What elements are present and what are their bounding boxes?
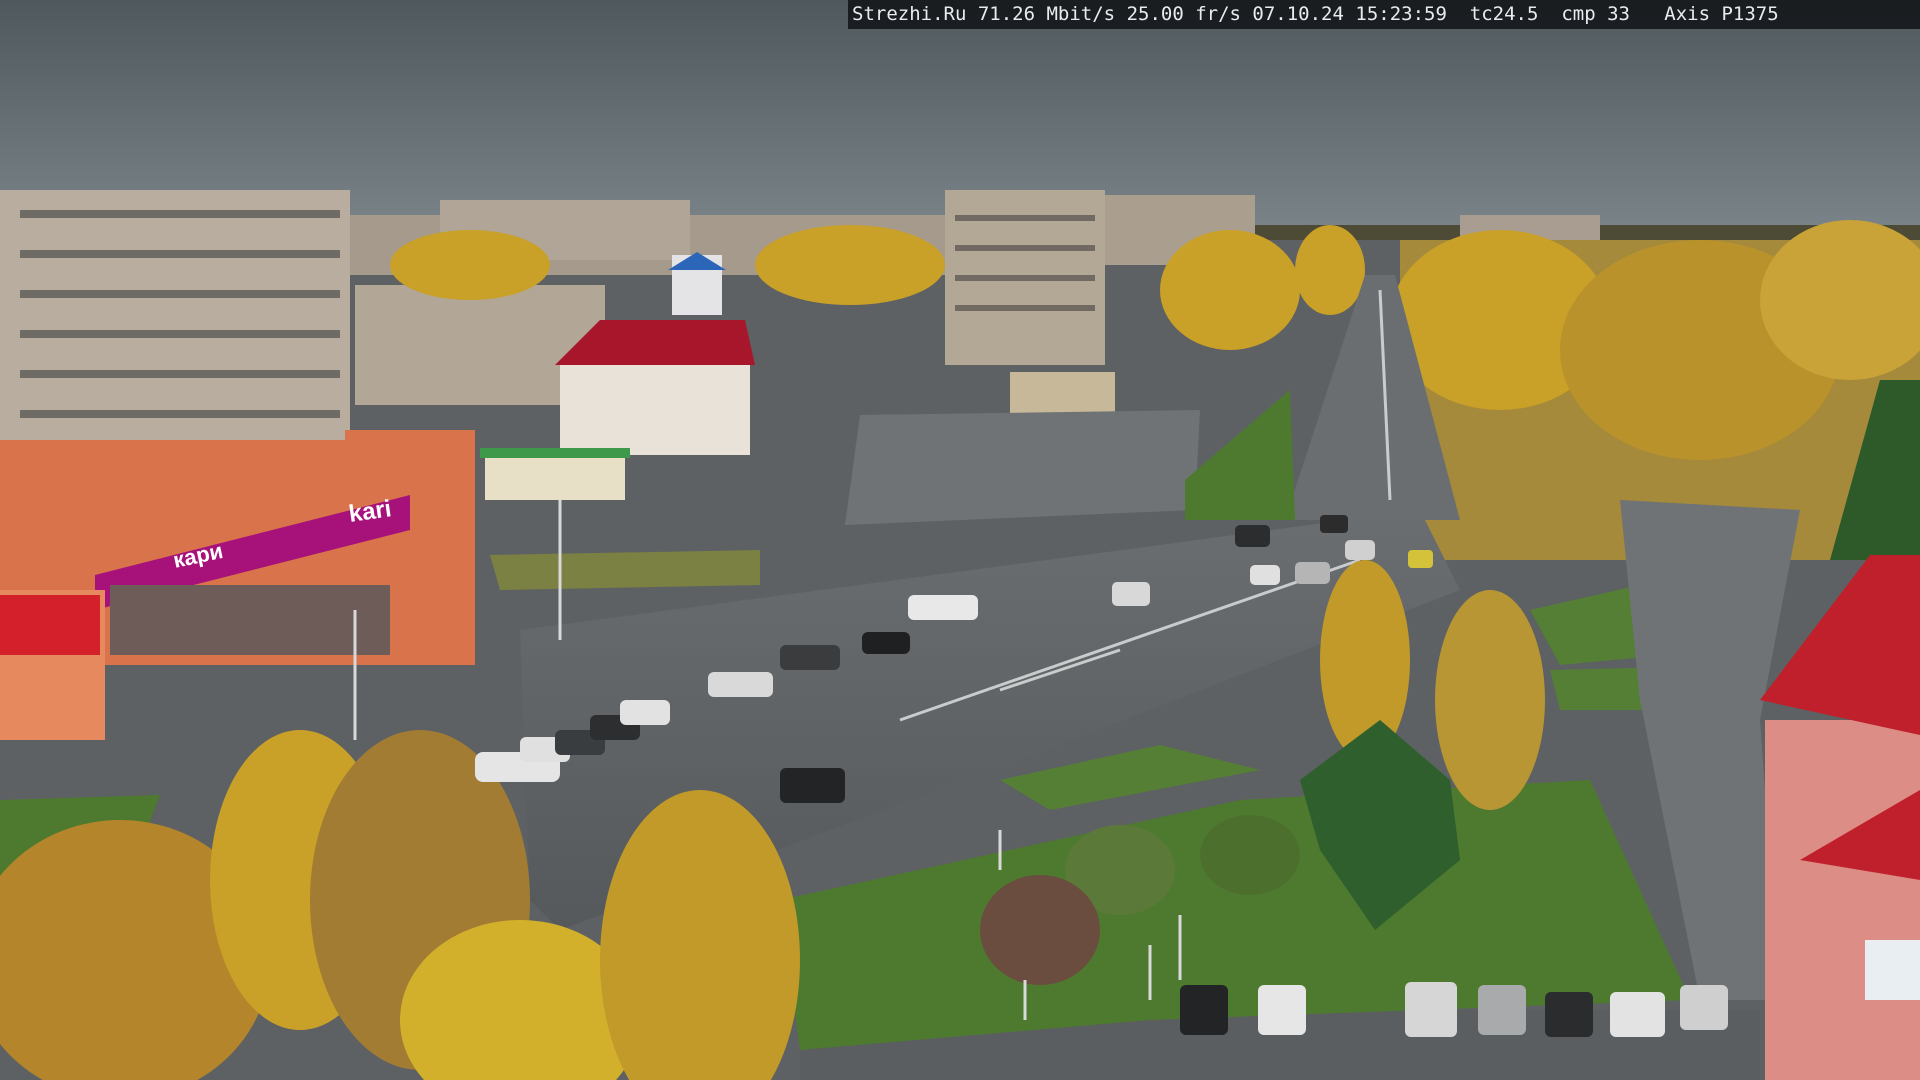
red-roof-building — [560, 360, 750, 455]
store-windows — [110, 585, 390, 655]
osd-date: 07.10.24 — [1252, 3, 1344, 25]
camera-info-overlay: Strezhi.Ru 71.26 Mbit/s 25.00 fr/s 07.10… — [848, 0, 1920, 29]
osd-time: 15:23:59 — [1355, 3, 1447, 25]
osd-fps: 25.00 fr/s — [1126, 3, 1241, 25]
green-kiosk-roof — [480, 448, 630, 458]
osd-cmp: cmp 33 — [1561, 3, 1630, 25]
pink-building-window — [1865, 940, 1920, 1000]
central-plaza — [845, 410, 1200, 525]
lawn-plaza — [490, 550, 760, 590]
city-scene: kari кари — [0, 0, 1920, 1080]
green-kiosk — [485, 455, 625, 500]
store-red-band — [0, 595, 100, 655]
pink-building-right — [1765, 720, 1920, 1080]
osd-tc: tc24.5 — [1469, 3, 1539, 25]
webcam-frame: kari кари Strezhi.Ru 71.26 Mbit/s 25.00 … — [0, 0, 1920, 1080]
osd-camera-model: Axis P1375 — [1664, 3, 1779, 25]
osd-bitrate: 71.26 Mbit/s — [977, 3, 1116, 25]
osd-site: Strezhi.Ru — [852, 3, 967, 25]
